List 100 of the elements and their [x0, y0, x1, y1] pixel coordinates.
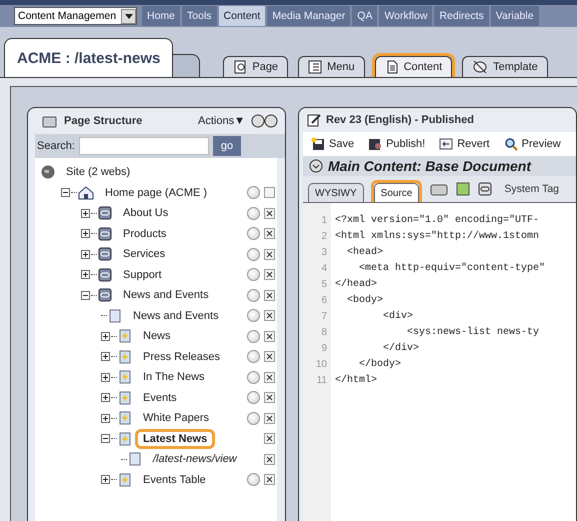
- radio-button[interactable]: [246, 248, 260, 261]
- checkbox[interactable]: [264, 187, 274, 198]
- top-nav-item[interactable]: Media Manager: [267, 6, 350, 26]
- checkbox[interactable]: [264, 412, 274, 424]
- code-line: <?xml version="1.0" encoding="UTF-: [335, 214, 540, 228]
- search-field[interactable]: [78, 137, 209, 155]
- code-line: <body>: [346, 294, 384, 308]
- expand-icon[interactable]: [101, 475, 110, 484]
- line-number: 7: [320, 310, 328, 324]
- actions-menu[interactable]: Actions▼: [198, 115, 245, 127]
- radio-button[interactable]: [246, 391, 260, 404]
- radio-button[interactable]: [246, 412, 260, 425]
- checkbox[interactable]: [264, 372, 274, 383]
- top-nav-item[interactable]: Workflow: [379, 6, 432, 26]
- system-tags-label[interactable]: System Tag: [504, 183, 560, 195]
- code-line: <meta http-equiv="content-type": [358, 262, 546, 276]
- expand-icon[interactable]: [101, 372, 110, 382]
- checkbox[interactable]: [264, 310, 274, 322]
- link-icon: [98, 226, 112, 241]
- checkbox[interactable]: [264, 474, 274, 486]
- expand-icon[interactable]: [101, 414, 110, 423]
- checkbox[interactable]: [264, 433, 274, 444]
- checkbox[interactable]: [264, 228, 274, 240]
- line-number: 10: [314, 358, 328, 372]
- top-nav-item[interactable]: Content: [218, 6, 266, 26]
- top-nav-item[interactable]: Variable: [490, 6, 539, 26]
- radio-button[interactable]: [246, 309, 260, 322]
- tree-item[interactable]: Site (2 webs): [58, 162, 138, 182]
- tree-item[interactable]: /latest-news/view: [145, 449, 245, 470]
- expand-icon[interactable]: [81, 229, 90, 238]
- line-number: 3: [320, 246, 328, 260]
- revision-title: Rev 23 (English) - Published: [326, 114, 475, 126]
- tree-item[interactable]: White Papers: [135, 408, 218, 428]
- lightning-page-icon: [118, 411, 132, 426]
- tree-item[interactable]: Latest News: [135, 428, 216, 449]
- toolbar-button[interactable]: Revert: [439, 137, 490, 151]
- view-tab[interactable]: Template: [459, 53, 551, 77]
- line-number: 1: [320, 214, 328, 228]
- radio-button[interactable]: [246, 473, 260, 486]
- lightning-page-icon: [118, 472, 132, 487]
- lightning-page-icon: [118, 432, 132, 446]
- code-line: </div>: [382, 342, 420, 356]
- radio-button[interactable]: [246, 186, 260, 200]
- top-nav-item[interactable]: Tools: [182, 6, 217, 26]
- expand-icon[interactable]: [81, 208, 90, 218]
- checkbox[interactable]: [264, 392, 274, 404]
- expand-icon[interactable]: [101, 332, 110, 341]
- collapse-icon[interactable]: [61, 188, 70, 198]
- tree-item[interactable]: Support: [115, 264, 170, 285]
- radio-button[interactable]: [246, 268, 260, 282]
- tree-item[interactable]: Products: [115, 224, 174, 244]
- checkbox[interactable]: [264, 351, 274, 362]
- top-nav-item[interactable]: QA: [352, 6, 378, 26]
- tree-item[interactable]: Home page (ACME ): [97, 182, 216, 203]
- search-label: Search:: [37, 140, 75, 152]
- tree-item[interactable]: News and Events: [125, 306, 227, 326]
- tree-item[interactable]: In The News: [135, 367, 213, 388]
- checkbox[interactable]: [264, 248, 274, 260]
- checkbox[interactable]: [264, 330, 274, 342]
- page-icon: [108, 308, 122, 323]
- tree-item[interactable]: Services: [115, 244, 174, 264]
- tree-item[interactable]: News: [135, 326, 179, 346]
- toolbar-button[interactable]: Save: [311, 137, 354, 151]
- house-icon: [78, 186, 94, 200]
- toolbar-button[interactable]: Preview: [504, 137, 561, 151]
- expand-icon[interactable]: [101, 352, 110, 362]
- expand-icon[interactable]: [81, 250, 90, 259]
- go-button[interactable]: go: [212, 136, 242, 156]
- radio-button[interactable]: [246, 370, 260, 384]
- document-icon: [384, 60, 399, 74]
- checkbox[interactable]: [264, 454, 274, 465]
- top-nav-item[interactable]: Home: [142, 6, 180, 26]
- expand-icon[interactable]: [81, 270, 90, 280]
- tree-item[interactable]: Press Releases: [135, 346, 228, 367]
- toolbar-button[interactable]: Publish!: [368, 137, 426, 151]
- top-nav-item[interactable]: Redirects: [434, 6, 489, 26]
- radio-button[interactable]: [246, 206, 260, 220]
- checkbox[interactable]: [264, 269, 274, 280]
- globe-icon: [41, 165, 55, 180]
- background-tab[interactable]: [173, 54, 200, 77]
- collapse-icon[interactable]: [81, 290, 90, 300]
- radio-button[interactable]: [246, 227, 260, 240]
- tree-item[interactable]: Events: [135, 388, 185, 408]
- radio-button[interactable]: [246, 330, 260, 343]
- expand-icon[interactable]: [101, 393, 110, 402]
- checkbox[interactable]: [264, 208, 274, 219]
- link-icon: [98, 206, 112, 220]
- module-dropdown[interactable]: Content Managemen: [14, 7, 137, 25]
- tree-item[interactable]: News and Events: [115, 285, 217, 306]
- radio-button[interactable]: [246, 288, 260, 302]
- disk-person-icon: [368, 137, 382, 151]
- editor-mode-tab[interactable]: Source: [370, 180, 422, 202]
- radio-button[interactable]: [246, 350, 260, 364]
- tree-item[interactable]: Events Table: [135, 470, 214, 490]
- view-tab[interactable]: Content: [372, 53, 456, 77]
- checkbox[interactable]: [264, 290, 274, 301]
- tree-item[interactable]: About Us: [115, 203, 176, 224]
- line-number: 6: [320, 294, 328, 308]
- collapse-icon[interactable]: [101, 434, 110, 444]
- page-gear-icon: [233, 60, 248, 74]
